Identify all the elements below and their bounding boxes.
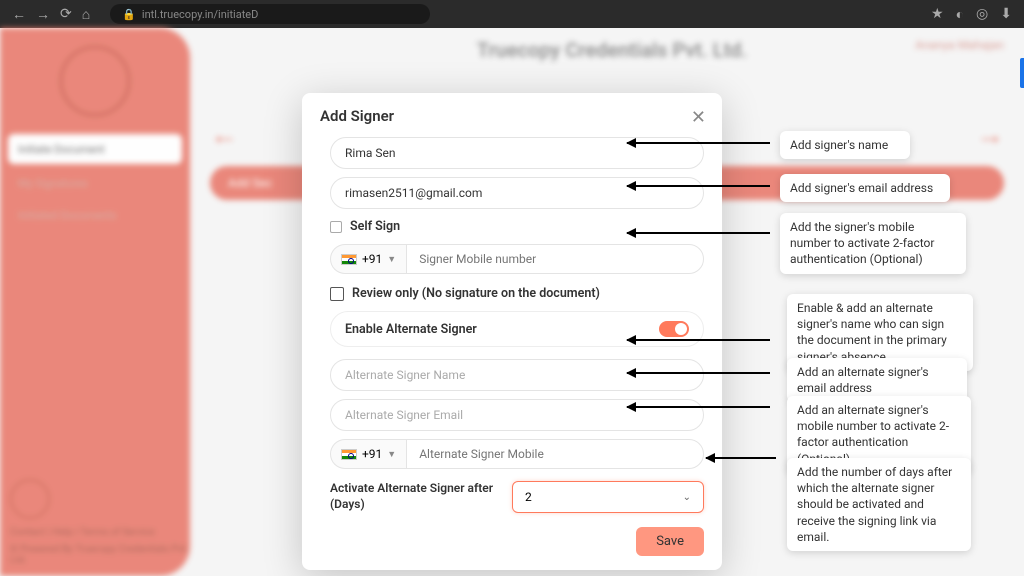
right-edge-indicator	[1020, 58, 1024, 88]
chevron-down-icon: ▼	[387, 254, 396, 265]
browser-nav: ← → ⟳ ⌂	[12, 6, 90, 23]
alt-country-code-select[interactable]: +91 ▼	[330, 439, 406, 469]
arrow-line	[627, 185, 770, 187]
star-icon[interactable]: ★	[931, 6, 944, 23]
moon-icon[interactable]: ◐	[956, 6, 964, 23]
browser-bar: ← → ⟳ ⌂ 🔒 intl.truecopy.in/initiateD ★ ◐…	[0, 0, 1024, 28]
signer-mobile-input[interactable]	[406, 244, 704, 274]
signer-mobile-row: +91 ▼	[330, 244, 704, 274]
chevron-down-icon: ▼	[387, 449, 396, 460]
sidebar-item-documents[interactable]: Initiated Documents	[8, 202, 182, 228]
sidebar-item-signatures[interactable]: My Signatures	[8, 170, 182, 196]
sidebar-item-initiate[interactable]: Initiate Document	[8, 134, 182, 164]
flag-icon	[341, 449, 357, 460]
alt-email-input[interactable]	[330, 399, 704, 431]
arrow-line	[627, 406, 770, 408]
arrow-line	[706, 457, 776, 459]
footer-logo-icon	[10, 479, 50, 519]
callout-mobile: Add the signer's mobile number to activa…	[780, 213, 966, 274]
enable-alternate-toggle[interactable]: Enable Alternate Signer	[330, 311, 704, 347]
callout-name: Add signer's name	[780, 131, 910, 159]
callout-email: Add signer's email address	[780, 174, 950, 202]
save-button[interactable]: Save	[636, 527, 704, 556]
prev-arrow-icon[interactable]: ←	[210, 118, 238, 151]
activate-days-select[interactable]: 2 ⌄	[512, 481, 704, 513]
arrow-line	[627, 372, 770, 374]
forward-icon[interactable]: →	[36, 6, 50, 23]
back-icon[interactable]: ←	[12, 6, 26, 23]
toggle-on-icon	[659, 321, 689, 337]
browser-extensions: ★ ◐ ◎ ⬇	[931, 6, 1012, 23]
review-only-checkbox[interactable]: Review only (No signature on the documen…	[330, 286, 704, 301]
arrow-line	[627, 339, 770, 341]
download-icon[interactable]: ⬇	[1000, 6, 1012, 23]
sidebar: Initiate Document My Signatures Initiate…	[0, 28, 190, 576]
home-icon[interactable]: ⌂	[82, 6, 90, 23]
arrow-line	[627, 142, 770, 144]
flag-icon	[341, 254, 357, 265]
alt-name-input[interactable]	[330, 359, 704, 391]
signer-email-input[interactable]	[330, 177, 704, 209]
reload-icon[interactable]: ⟳	[60, 6, 72, 23]
country-code-select[interactable]: +91 ▼	[330, 244, 406, 274]
chevron-down-icon: ⌄	[683, 492, 691, 503]
checkbox-icon	[330, 221, 342, 233]
arrow-line	[627, 232, 770, 234]
ext-icon[interactable]: ◎	[976, 6, 988, 23]
alt-mobile-row: +91 ▼	[330, 439, 704, 469]
callout-days: Add the number of days after which the a…	[787, 458, 971, 551]
alt-mobile-input[interactable]	[406, 439, 704, 469]
checkbox-icon	[330, 287, 344, 301]
url-bar[interactable]: 🔒 intl.truecopy.in/initiateD	[110, 4, 430, 24]
page-title: Truecopy Credentials Pvt. Ltd.	[200, 38, 1024, 62]
next-arrow-icon[interactable]: →	[976, 118, 1004, 151]
add-signer-modal: Add Signer ✕ Self Sign +91 ▼ Review only…	[302, 93, 722, 570]
close-icon[interactable]: ✕	[691, 107, 706, 128]
activate-days-row: Activate Alternate Signer after (Days) 2…	[330, 481, 704, 513]
logo-icon	[60, 46, 130, 116]
user-badge[interactable]: Ananya Mahajan	[915, 38, 1004, 52]
activate-days-label: Activate Alternate Signer after (Days)	[330, 481, 500, 512]
modal-title: Add Signer	[320, 107, 704, 125]
